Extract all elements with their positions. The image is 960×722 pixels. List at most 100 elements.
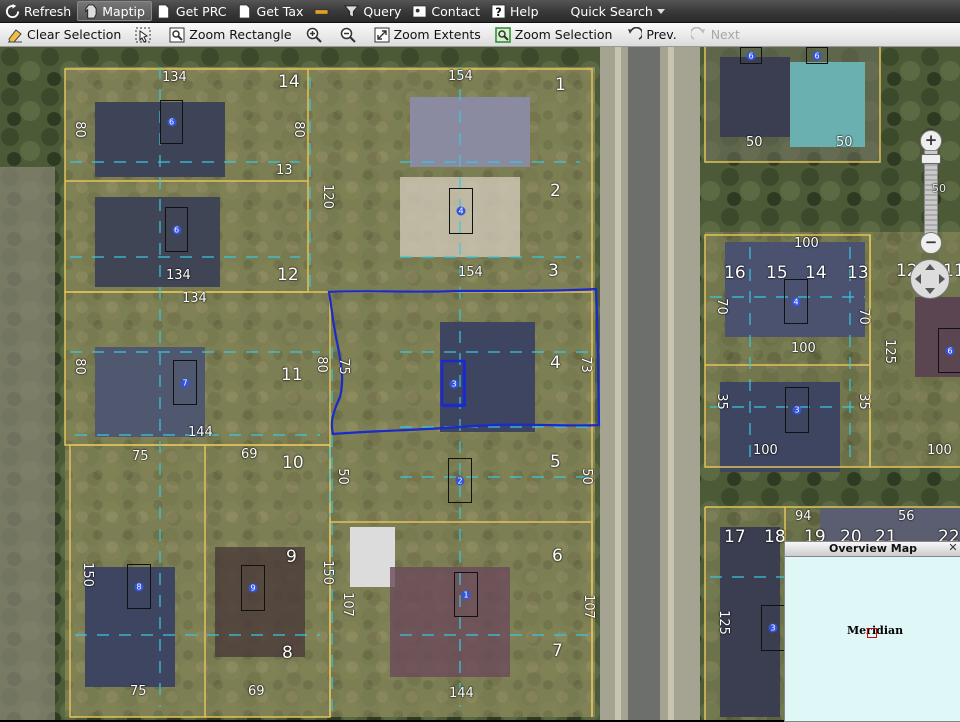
building-marker[interactable]: 2 bbox=[448, 458, 472, 503]
svg-text:?: ? bbox=[495, 6, 502, 19]
dimension-label: 107 bbox=[339, 592, 355, 617]
dimension-label: 69 bbox=[248, 684, 265, 699]
query-button[interactable]: Query bbox=[339, 1, 407, 21]
overview-extent-marker[interactable] bbox=[867, 628, 877, 638]
chevron-down-icon bbox=[656, 8, 665, 14]
dimension-label: 120 bbox=[319, 184, 335, 209]
dimension-label: 70 bbox=[855, 308, 871, 325]
dimension-label: 50 bbox=[334, 468, 350, 485]
dimension-label: 100 bbox=[927, 443, 952, 458]
zoom-in-map-button[interactable]: + bbox=[920, 130, 942, 152]
close-icon[interactable]: ✕ bbox=[947, 542, 959, 554]
dimension-label: 100 bbox=[794, 236, 819, 251]
building-marker[interactable]: 6 bbox=[740, 47, 762, 64]
separator-tool[interactable] bbox=[309, 1, 339, 21]
building-marker[interactable]: 6 bbox=[165, 207, 188, 252]
lot-number: 6 bbox=[552, 546, 563, 566]
dimension-label: 80 bbox=[290, 121, 306, 138]
dimension-label: 94 bbox=[795, 509, 812, 524]
zoom-selection-button[interactable]: Zoom Selection bbox=[488, 25, 620, 45]
building-marker[interactable]: 6 bbox=[160, 100, 183, 144]
dimension-label: 154 bbox=[448, 69, 473, 84]
lot-number: 1 bbox=[555, 75, 566, 95]
dimension-label: 69 bbox=[241, 447, 258, 462]
lot-number: 17 bbox=[724, 527, 746, 547]
dimension-label: 134 bbox=[182, 291, 207, 306]
clear-selection-button[interactable]: Clear Selection bbox=[0, 25, 128, 45]
zoom-out-icon bbox=[340, 27, 356, 43]
dimension-label: 50 bbox=[578, 468, 594, 485]
back-arrow-icon bbox=[626, 26, 643, 43]
eraser-icon bbox=[7, 27, 23, 43]
building-marker[interactable]: 4 bbox=[449, 188, 473, 234]
overview-map-panel[interactable]: Overview Map ✕ Meridian bbox=[784, 541, 960, 722]
building-marker[interactable]: 8 bbox=[127, 564, 151, 609]
dimension-label: 50 bbox=[746, 135, 763, 150]
get-prc-button[interactable]: Get PRC bbox=[152, 1, 233, 21]
zoom-extents-icon bbox=[374, 27, 390, 43]
lot-number: 3 bbox=[548, 261, 559, 281]
zoom-rectangle-icon bbox=[169, 27, 185, 43]
pan-control[interactable] bbox=[910, 259, 950, 299]
ruler-icon bbox=[313, 3, 329, 19]
forward-arrow-icon bbox=[690, 26, 707, 43]
building-marker[interactable]: 9 bbox=[241, 565, 265, 611]
zoom-out-button[interactable] bbox=[333, 25, 367, 45]
document-icon bbox=[156, 3, 172, 19]
building-marker[interactable]: 3 bbox=[761, 605, 785, 651]
zoom-selection-icon bbox=[495, 26, 511, 43]
get-tax-button[interactable]: Get Tax bbox=[233, 1, 310, 21]
selected-building-marker[interactable]: 3 bbox=[442, 361, 466, 407]
lot-number: 14 bbox=[805, 263, 827, 283]
dimension-label: 125 bbox=[881, 339, 897, 364]
dimension-label: 150 bbox=[79, 562, 95, 587]
help-button[interactable]: ? Help bbox=[486, 1, 545, 21]
dimension-label: 134 bbox=[166, 268, 191, 283]
lot-number: 5 bbox=[550, 452, 561, 472]
zoom-out-map-button[interactable]: − bbox=[920, 232, 942, 254]
dimension-label: 56 bbox=[898, 509, 915, 524]
refresh-button[interactable]: Refresh bbox=[0, 1, 77, 21]
zoom-rectangle-button[interactable]: Zoom Rectangle bbox=[162, 25, 298, 45]
contact-button[interactable]: Contact bbox=[407, 1, 486, 21]
previous-view-button[interactable]: Prev. bbox=[619, 25, 683, 45]
building-marker[interactable]: 4 bbox=[784, 279, 808, 324]
dimension-label: 134 bbox=[162, 70, 187, 85]
overview-map-header: Overview Map ✕ bbox=[785, 542, 960, 557]
lot-number: 12 bbox=[277, 265, 299, 285]
zoom-in-icon bbox=[306, 27, 322, 43]
dimension-label: 73 bbox=[577, 356, 593, 373]
next-view-button[interactable]: Next bbox=[684, 25, 747, 45]
lot-number: 16 bbox=[724, 263, 746, 283]
building-marker[interactable]: 6 bbox=[806, 47, 828, 64]
dimension-label: 35 bbox=[855, 393, 871, 410]
dimension-label: 100 bbox=[753, 443, 778, 458]
building-marker[interactable]: 7 bbox=[173, 360, 197, 405]
zoom-extents-button[interactable]: Zoom Extents bbox=[367, 25, 488, 45]
lot-number: 9 bbox=[286, 547, 297, 567]
select-tool-button[interactable] bbox=[128, 25, 162, 45]
dimension-label: 80 bbox=[71, 358, 87, 375]
zoom-slider-thumb[interactable] bbox=[921, 154, 941, 164]
dimension-label: 75 bbox=[335, 358, 351, 375]
dimension-label: 125 bbox=[715, 610, 731, 635]
lot-number: 18 bbox=[764, 527, 786, 547]
zoom-in-button[interactable] bbox=[299, 25, 333, 45]
dimension-label: 35 bbox=[713, 393, 729, 410]
building-marker[interactable]: 1 bbox=[454, 572, 478, 617]
zoom-level-label: 50 bbox=[932, 182, 946, 195]
lot-number: 2 bbox=[550, 181, 561, 201]
lot-number: 7 bbox=[552, 641, 563, 661]
building-marker[interactable]: 6 bbox=[938, 328, 960, 373]
building-marker[interactable]: 3 bbox=[785, 387, 809, 433]
document-icon bbox=[237, 3, 253, 19]
lot-number: 8 bbox=[282, 643, 293, 663]
main-toolbar: Refresh Maptip Get PRC Get Tax Query Con… bbox=[0, 0, 960, 23]
pan-arrows-icon bbox=[915, 264, 945, 294]
lot-number: 11 bbox=[281, 365, 303, 385]
dimension-label: 144 bbox=[188, 425, 213, 440]
quick-search-dropdown[interactable]: Quick Search bbox=[567, 1, 671, 21]
navigation-toolbar: Clear Selection Zoom Rectangle Zoom Exte… bbox=[0, 23, 960, 47]
maptip-button[interactable]: Maptip bbox=[77, 1, 152, 21]
dimension-label: 144 bbox=[449, 686, 474, 701]
